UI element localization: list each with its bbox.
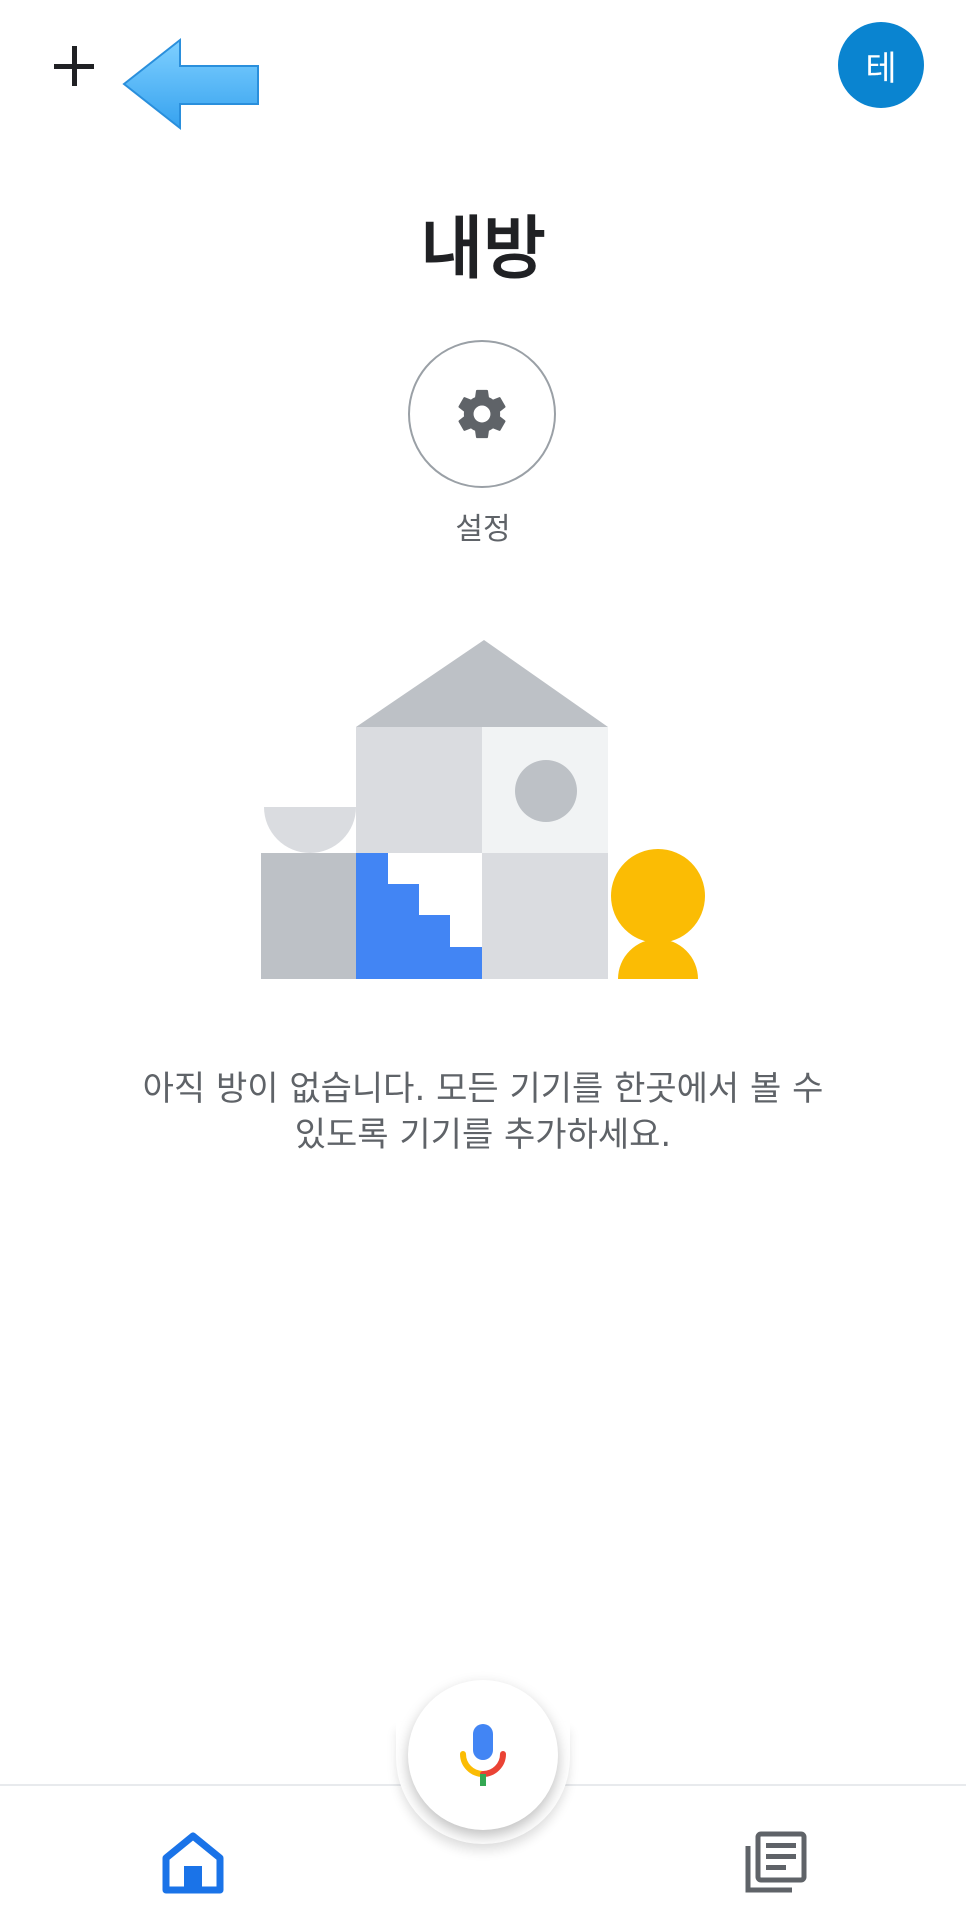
empty-state-line-1: 아직 방이 없습니다. 모든 기기를 한곳에서 볼 수	[142, 1069, 824, 1109]
empty-state-message: 아직 방이 없습니다. 모든 기기를 한곳에서 볼 수 있도록 기기를 추가하세…	[100, 1066, 866, 1158]
microphone-icon	[460, 1724, 506, 1786]
nav-feed-tab[interactable]	[742, 1830, 808, 1896]
feed-icon	[745, 1831, 807, 1893]
avatar-initial: 테	[865, 48, 897, 89]
illustration-person-body	[618, 939, 698, 979]
empty-home-illustration	[261, 640, 705, 979]
settings-button[interactable]	[408, 340, 556, 488]
account-avatar[interactable]: 테	[838, 22, 924, 108]
illustration-person-head	[611, 849, 705, 943]
voice-assistant-button[interactable]	[408, 1680, 558, 1830]
illustration-bowl	[264, 807, 356, 853]
illustration-block-upper-left	[356, 727, 482, 853]
page-title: 내방	[420, 210, 546, 289]
gear-icon	[458, 389, 506, 439]
top-bar: 테	[0, 0, 966, 140]
nav-home-tab[interactable]	[160, 1830, 226, 1896]
illustration-block-lower-left	[261, 853, 357, 979]
add-button[interactable]	[44, 36, 104, 96]
illustration-roof	[356, 640, 608, 727]
left-arrow-icon	[122, 37, 259, 131]
home-icon	[162, 1832, 224, 1894]
settings-label: 설정	[455, 512, 511, 547]
illustration-block-lower-right	[482, 853, 608, 979]
empty-state-line-2: 있도록 기기를 추가하세요.	[294, 1115, 672, 1155]
illustration-window-circle	[515, 760, 577, 822]
plus-icon	[54, 46, 94, 86]
